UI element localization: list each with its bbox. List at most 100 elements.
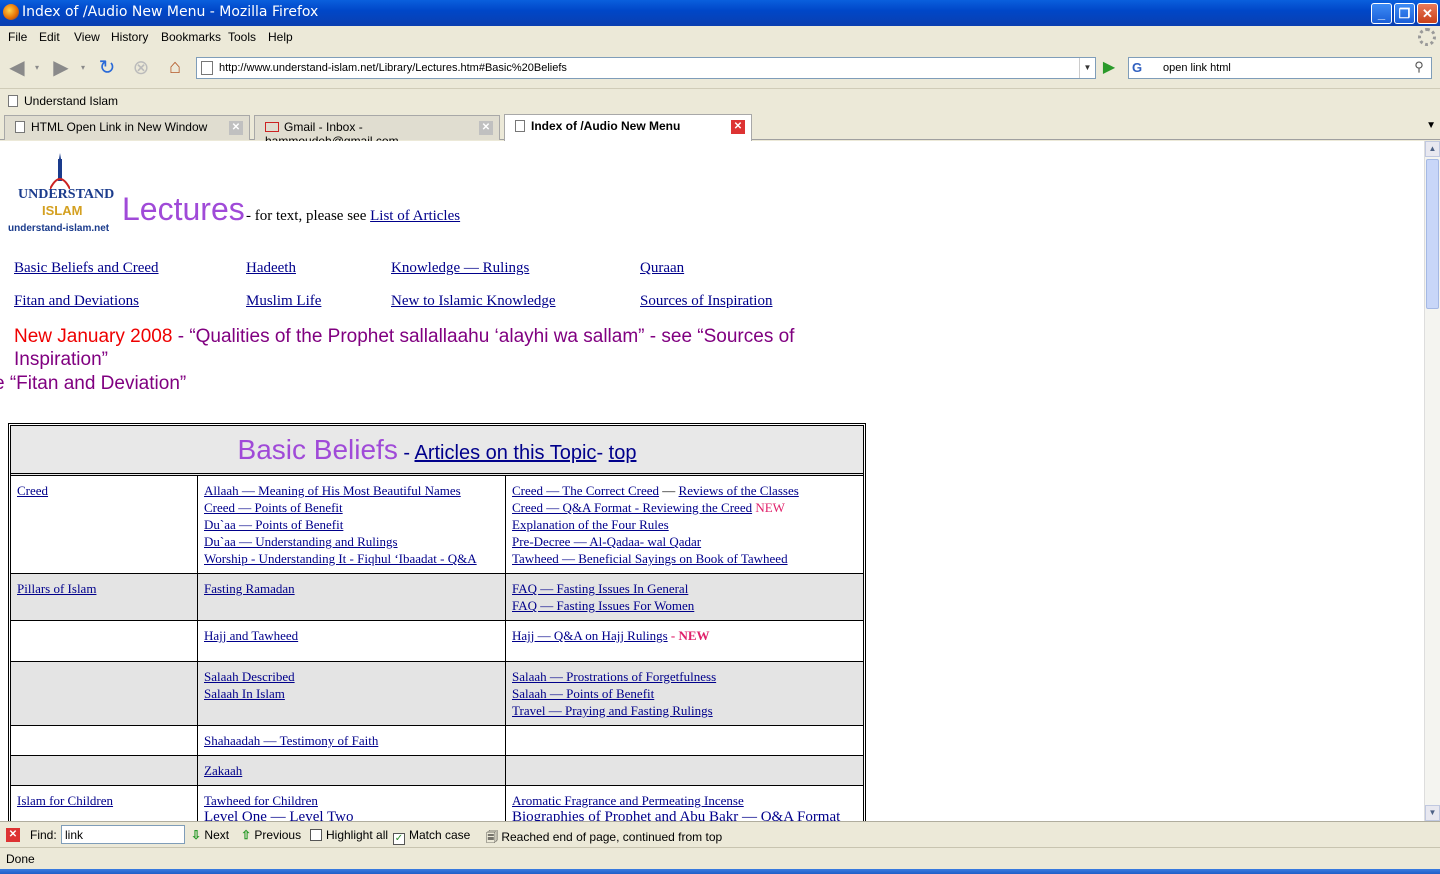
lecture-link[interactable]: Creed — Points of Benefit bbox=[204, 499, 499, 516]
lecture-link[interactable]: Hajj — Q&A on Hajj Rulings bbox=[512, 628, 668, 643]
google-engine-icon[interactable]: G bbox=[1132, 60, 1158, 76]
close-tab-icon[interactable]: ✕ bbox=[479, 121, 493, 135]
search-input[interactable] bbox=[1163, 60, 1403, 76]
tab-gmail[interactable]: Gmail - Inbox - hammoudeh@gmail.com ✕ bbox=[254, 115, 500, 148]
back-history-icon[interactable]: ▾ bbox=[30, 54, 44, 80]
url-bar[interactable]: ▼ bbox=[196, 57, 1096, 79]
lectures-cell: Hajj and Tawheed bbox=[198, 621, 506, 661]
forward-history-icon[interactable]: ▾ bbox=[76, 54, 90, 80]
lecture-link[interactable]: Travel — Praying and Fasting Rulings bbox=[512, 702, 857, 719]
articles-on-topic-link[interactable]: Articles on this Topic bbox=[415, 442, 597, 464]
home-icon[interactable]: ⌂ bbox=[162, 54, 188, 80]
lecture-link[interactable]: Creed — Q&A Format - Reviewing the Creed bbox=[512, 500, 752, 515]
menu-bookmarks[interactable]: Bookmarks bbox=[161, 30, 221, 44]
lecture-link[interactable]: Salaah In Islam bbox=[204, 685, 499, 702]
lecture-link[interactable]: Du`aa — Points of Benefit bbox=[204, 516, 499, 533]
search-icon[interactable]: ⚲ bbox=[1409, 59, 1429, 77]
lecture-link[interactable]: Level One — Level Two bbox=[204, 809, 499, 821]
lecture-link[interactable]: Worship - Understanding It - Fiqhul ‘Iba… bbox=[204, 550, 499, 567]
firefox-icon bbox=[3, 4, 19, 20]
url-input[interactable] bbox=[219, 60, 1079, 76]
category-link[interactable]: Islam for Children bbox=[17, 792, 191, 809]
menu-help[interactable]: Help bbox=[268, 30, 293, 44]
stop-icon[interactable]: ⊗ bbox=[128, 54, 154, 80]
minimize-button[interactable]: _ bbox=[1371, 3, 1392, 24]
nav-quraan[interactable]: Quraan bbox=[640, 260, 684, 277]
tab-bar: HTML Open Link in New Window ✕ Gmail - I… bbox=[0, 112, 1440, 148]
nav-sources-inspiration[interactable]: Sources of Inspiration bbox=[640, 293, 772, 310]
lecture-link[interactable]: Fasting Ramadan bbox=[204, 580, 499, 597]
find-next-button[interactable]: ⇩ Next bbox=[191, 828, 229, 842]
close-tab-icon[interactable]: ✕ bbox=[229, 121, 243, 135]
scroll-up-icon[interactable]: ▲ bbox=[1425, 141, 1440, 157]
taskbar-edge bbox=[0, 869, 1440, 874]
menu-file[interactable]: File bbox=[8, 30, 27, 44]
find-input[interactable] bbox=[61, 825, 185, 844]
nav-muslim-life[interactable]: Muslim Life bbox=[246, 293, 321, 310]
understand-islam-logo[interactable]: UNDERSTAND ISLAM understand-islam.net bbox=[8, 153, 114, 234]
lecture-link[interactable]: Shahaadah — Testimony of Faith bbox=[204, 732, 499, 749]
lecture-link[interactable]: Salaah — Prostrations of Forgetfulness bbox=[512, 668, 857, 685]
go-icon[interactable]: ▶ bbox=[1098, 57, 1120, 79]
bookmark-understand-islam[interactable]: Understand Islam bbox=[8, 94, 118, 108]
lecture-link[interactable]: Tawheed for Children bbox=[204, 792, 499, 809]
top-link[interactable]: top bbox=[609, 442, 637, 464]
find-previous-button[interactable]: ⇧ Previous bbox=[241, 828, 301, 842]
scroll-down-icon[interactable]: ▼ bbox=[1425, 805, 1440, 821]
list-of-articles-link[interactable]: List of Articles bbox=[370, 208, 460, 224]
lecture-link[interactable]: Explanation of the Four Rules bbox=[512, 516, 857, 533]
reload-icon[interactable]: ↻ bbox=[94, 54, 120, 80]
scroll-thumb[interactable] bbox=[1426, 159, 1439, 309]
menu-edit[interactable]: Edit bbox=[39, 30, 60, 44]
lecture-link[interactable]: Allaah — Meaning of His Most Beautiful N… bbox=[204, 482, 499, 499]
menu-tools[interactable]: Tools bbox=[228, 30, 256, 44]
url-dropdown-icon[interactable]: ▼ bbox=[1079, 58, 1095, 78]
lecture-link[interactable]: FAQ — Fasting Issues In General bbox=[512, 580, 857, 597]
basic-beliefs-table: Basic Beliefs - Articles on this Topic - … bbox=[8, 423, 866, 821]
lecture-link[interactable]: FAQ — Fasting Issues For Women bbox=[512, 597, 857, 614]
nav-basic-beliefs[interactable]: Basic Beliefs and Creed bbox=[14, 260, 159, 277]
lectures-cell: Zakaah bbox=[198, 756, 506, 785]
section-heading: Basic Beliefs bbox=[237, 434, 398, 465]
lectures-cell: Tawheed for Children Level One — Level T… bbox=[198, 786, 506, 821]
page-content: UNDERSTAND ISLAM understand-islam.net Le… bbox=[0, 141, 1424, 821]
lecture-link[interactable]: Du`aa — Understanding and Rulings bbox=[204, 533, 499, 550]
tab-html-open-link[interactable]: HTML Open Link in New Window ✕ bbox=[4, 115, 250, 140]
nav-new-to-islam[interactable]: New to Islamic Knowledge bbox=[391, 293, 556, 310]
menu-history[interactable]: History bbox=[111, 30, 148, 44]
nav-knowledge-rulings[interactable]: Knowledge — Rulings bbox=[391, 260, 529, 277]
lecture-link[interactable]: Pre-Decree — Al-Qadaa- wal Qadar bbox=[512, 533, 857, 550]
lecture-link[interactable]: Aromatic Fragrance and Permeating Incens… bbox=[512, 792, 857, 809]
lecture-link[interactable]: Salaah Described bbox=[204, 668, 499, 685]
close-findbar-icon[interactable]: ✕ bbox=[6, 828, 20, 842]
tab-label: Index of /Audio New Menu bbox=[531, 119, 681, 133]
close-tab-icon[interactable]: ✕ bbox=[731, 120, 745, 134]
menu-bar: File Edit View History Bookmarks Tools H… bbox=[0, 26, 1440, 48]
tab-index-audio[interactable]: Index of /Audio New Menu ✕ bbox=[504, 114, 752, 141]
category-link[interactable]: Pillars of Islam bbox=[17, 580, 191, 597]
match-case-checkbox[interactable]: ✓ Match case bbox=[393, 828, 470, 845]
lecture-link[interactable]: Creed — The Correct Creed bbox=[512, 483, 659, 498]
page-subtitle: - for text, please see List of Articles bbox=[246, 208, 460, 225]
maximize-button[interactable]: ❐ bbox=[1394, 3, 1415, 24]
menu-view[interactable]: View bbox=[74, 30, 100, 44]
reviews-link[interactable]: Reviews of the Classes bbox=[679, 483, 799, 498]
category-link[interactable]: Creed bbox=[17, 482, 191, 499]
vertical-scrollbar[interactable]: ▲ ▼ bbox=[1424, 141, 1440, 821]
lecture-link[interactable]: Hajj and Tawheed bbox=[204, 627, 499, 644]
lecture-link[interactable]: Biographies of Prophet and Abu Bakr — Q&… bbox=[512, 809, 857, 821]
lecture-link[interactable]: Zakaah bbox=[204, 762, 499, 779]
close-button[interactable]: ✕ bbox=[1417, 3, 1438, 24]
nav-hadeeth[interactable]: Hadeeth bbox=[246, 260, 296, 277]
nav-fitan[interactable]: Fitan and Deviations bbox=[14, 293, 139, 310]
lecture-link[interactable]: Salaah — Points of Benefit bbox=[512, 685, 857, 702]
tab-list-icon[interactable]: ▼ bbox=[1426, 120, 1436, 131]
lectures-cell: Hajj — Q&A on Hajj Rulings - NEW bbox=[506, 621, 863, 661]
highlight-all-button[interactable]: Highlight all bbox=[310, 828, 388, 842]
new-badge: - NEW bbox=[667, 628, 710, 643]
table-row: Hajj and Tawheed Hajj — Q&A on Hajj Ruli… bbox=[11, 621, 863, 662]
back-icon[interactable]: ◀ bbox=[4, 54, 30, 80]
lecture-link[interactable]: Tawheed — Beneficial Sayings on Book of … bbox=[512, 550, 857, 567]
forward-icon[interactable]: ▶ bbox=[48, 54, 74, 80]
search-bar[interactable]: G ⚲ bbox=[1128, 57, 1432, 79]
